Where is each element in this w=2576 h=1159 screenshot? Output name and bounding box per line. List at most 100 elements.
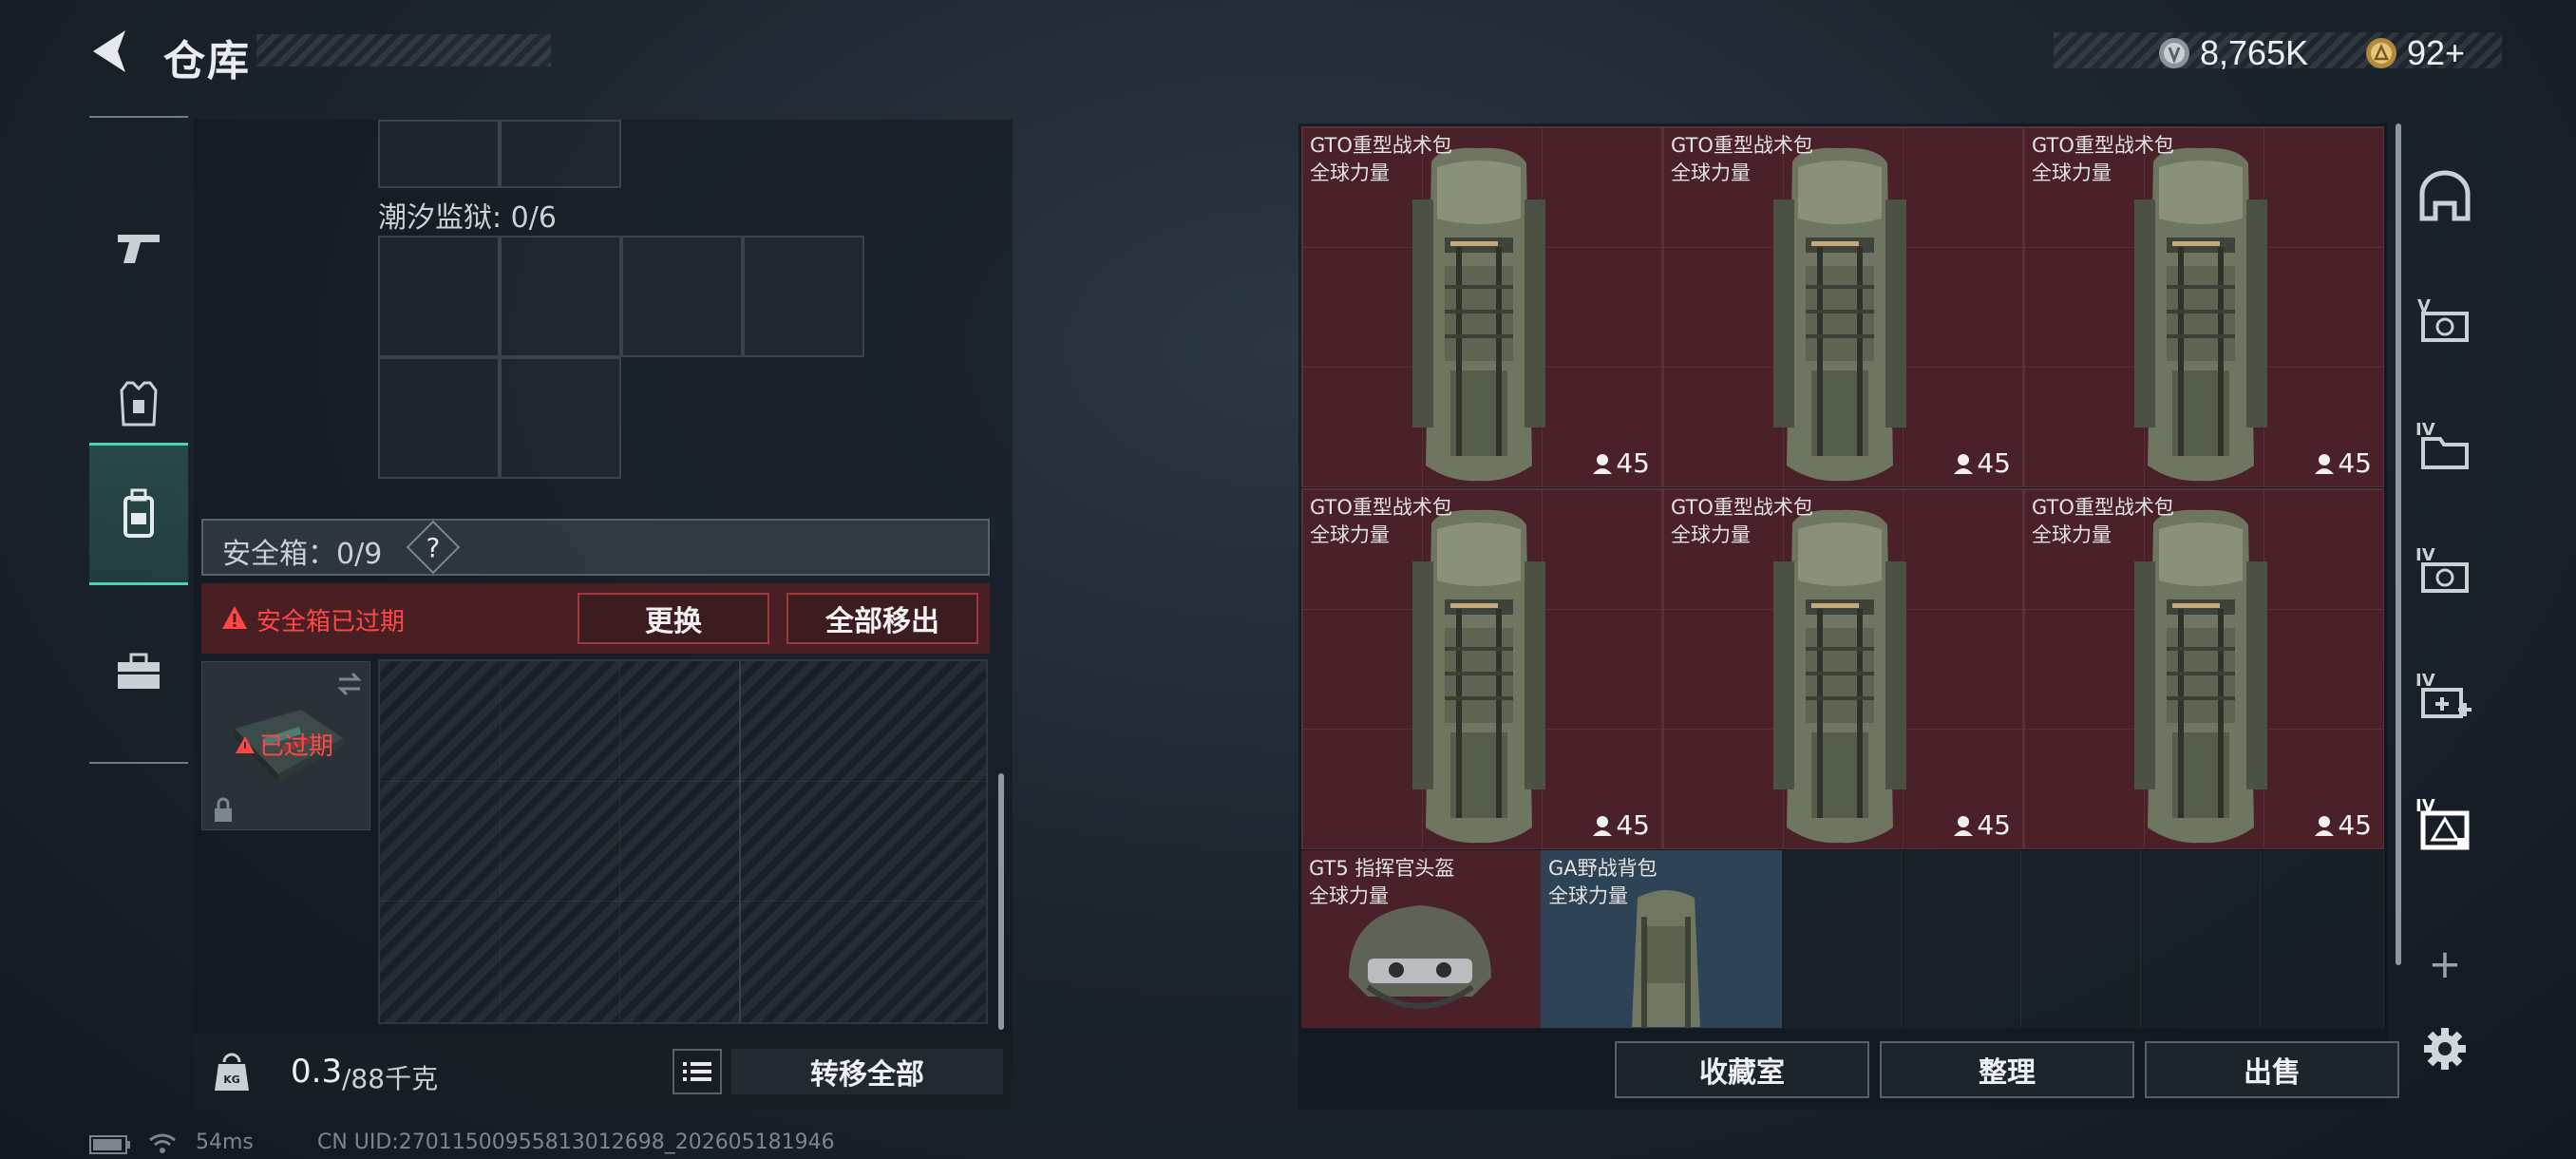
storage-level-5-icon: V — [2417, 296, 2469, 342]
tab-storage-home[interactable] — [2411, 162, 2479, 230]
weight-icon: KG — [215, 1053, 249, 1091]
person-icon — [1954, 815, 1974, 836]
grid-slot[interactable] — [500, 120, 621, 188]
svg-text:IV: IV — [2415, 545, 2435, 565]
tab-storage-4b[interactable]: IV — [2411, 536, 2479, 604]
item-cell[interactable]: GTO重型战术包 全球力量 45 — [2023, 126, 2384, 487]
storage-level-4-active-icon: IV — [2415, 796, 2470, 850]
item-faction: 全球力量 — [1309, 884, 1389, 907]
warning-icon — [222, 606, 247, 629]
person-icon — [1954, 453, 1974, 474]
tab-storage-4d-active[interactable]: IV — [2411, 788, 2479, 857]
right-scrollbar[interactable] — [2396, 124, 2401, 965]
item-cell-helmet[interactable]: GT5 指挥官头盔 全球力量 — [1301, 850, 1541, 1029]
replace-button[interactable]: 更换 — [578, 593, 769, 644]
collection-room-button[interactable]: 收藏室 — [1615, 1041, 1869, 1098]
backpack-image — [2134, 509, 2267, 844]
empty-slot[interactable] — [2261, 850, 2384, 1029]
ping-text: 54ms — [196, 1130, 254, 1154]
nav-toolbox[interactable] — [89, 600, 188, 743]
weight-bar: KG 0.3 /88千克 转移全部 — [194, 1034, 1013, 1110]
backpack-image — [2134, 147, 2267, 482]
item-name: GTO重型战术包 — [1671, 134, 1813, 157]
grid-slot[interactable] — [500, 357, 621, 479]
item-name: GTO重型战术包 — [1310, 134, 1452, 157]
settings-gear-icon[interactable] — [2422, 1026, 2468, 1072]
backpack-icon — [123, 488, 154, 538]
safebox-header: 安全箱：0/9 ? — [201, 519, 990, 576]
nav-backpack[interactable] — [89, 443, 188, 585]
item-faction: 全球力量 — [2032, 162, 2112, 184]
tab-storage-5[interactable]: V — [2411, 285, 2479, 353]
safebox-grid[interactable] — [378, 659, 988, 1024]
transfer-all-button[interactable]: 转移全部 — [731, 1049, 1003, 1094]
item-cell[interactable]: GTO重型战术包 全球力量 45 — [1301, 488, 1662, 849]
move-all-out-button[interactable]: 全部移出 — [786, 593, 978, 644]
item-count: 45 — [1593, 447, 1650, 479]
storage-level-4-medkit-icon: IV — [2415, 671, 2472, 718]
item-faction: 全球力量 — [2032, 523, 2112, 546]
list-view-button[interactable] — [672, 1049, 722, 1094]
item-cell[interactable]: GTO重型战术包 全球力量 45 — [2023, 488, 2384, 849]
currency-1: 8,765K — [2158, 33, 2308, 73]
person-icon — [1593, 815, 1613, 836]
item-count: 45 — [2315, 447, 2372, 479]
nav-weapons[interactable] — [89, 177, 188, 319]
backpack-image — [1773, 147, 1906, 482]
expired-badge-text: 已过期 — [259, 732, 334, 761]
add-storage-button[interactable]: + — [2411, 929, 2479, 998]
help-button[interactable]: ? — [406, 520, 461, 575]
item-count-value: 45 — [1616, 447, 1650, 479]
item-count-value: 45 — [1977, 447, 2011, 479]
item-name: GTO重型战术包 — [1310, 496, 1452, 519]
empty-slot[interactable] — [1782, 850, 1902, 1029]
backpack-image — [1412, 509, 1545, 844]
item-faction: 全球力量 — [1671, 523, 1751, 546]
empty-slot[interactable] — [2021, 850, 2141, 1029]
currency-2-amount: 92+ — [2407, 33, 2466, 72]
left-scrollbar[interactable] — [998, 773, 1004, 1030]
armor-vest-icon — [120, 381, 158, 427]
item-count: 45 — [1593, 809, 1650, 841]
prison-label: 潮汐监狱: 0/6 — [378, 201, 557, 235]
battery-icon — [89, 1135, 130, 1154]
item-cell-field-backpack[interactable]: GA野战背包 全球力量 — [1541, 850, 1782, 1029]
item-count-value: 45 — [1616, 809, 1650, 841]
item-faction: 全球力量 — [1310, 162, 1390, 184]
title-stripe — [256, 34, 551, 66]
grid-slot[interactable] — [621, 236, 743, 357]
back-arrow-icon[interactable] — [87, 27, 133, 76]
storage-level-4-crate-icon: IV — [2415, 545, 2469, 593]
expired-warning-bar: 安全箱已过期 更换 全部移出 — [201, 583, 990, 654]
grid-slot[interactable] — [378, 236, 500, 357]
safebox-item[interactable]: 已过期 — [201, 661, 370, 830]
warning-text: 安全箱已过期 — [256, 608, 406, 636]
swap-icon — [337, 672, 362, 696]
item-faction: 全球力量 — [1310, 523, 1390, 546]
safebox-label: 安全箱：0/9 — [222, 538, 383, 571]
grid-slot[interactable] — [743, 236, 864, 357]
item-name: GA野战背包 — [1548, 857, 1657, 880]
sell-button[interactable]: 出售 — [2145, 1041, 2399, 1098]
tab-storage-4c[interactable]: IV — [2411, 661, 2479, 730]
organize-button[interactable]: 整理 — [1880, 1041, 2134, 1098]
expired-badge: 已过期 — [235, 727, 333, 762]
empty-slot[interactable] — [1902, 850, 2021, 1029]
silver-coin-icon — [2159, 38, 2189, 68]
person-icon — [1593, 453, 1613, 474]
empty-slot[interactable] — [2141, 850, 2261, 1029]
item-cell[interactable]: GTO重型战术包 全球力量 45 — [1301, 126, 1662, 487]
storage-level-4-folder-icon: IV — [2415, 420, 2469, 469]
grid-slot[interactable] — [378, 120, 500, 188]
item-count: 45 — [2315, 809, 2372, 841]
svg-text:KG: KG — [223, 1074, 240, 1086]
tab-storage-4a[interactable]: IV — [2411, 410, 2479, 479]
weight-total: /88千克 — [342, 1063, 439, 1094]
currency-2: 92+ — [2365, 33, 2465, 73]
item-cell[interactable]: GTO重型战术包 全球力量 45 — [1662, 488, 2023, 849]
grid-slot[interactable] — [378, 357, 500, 479]
grid-slot[interactable] — [500, 236, 621, 357]
item-cell[interactable]: GTO重型战术包 全球力量 45 — [1662, 126, 2023, 487]
item-count-value: 45 — [1977, 809, 2011, 841]
pistol-icon — [118, 235, 160, 263]
